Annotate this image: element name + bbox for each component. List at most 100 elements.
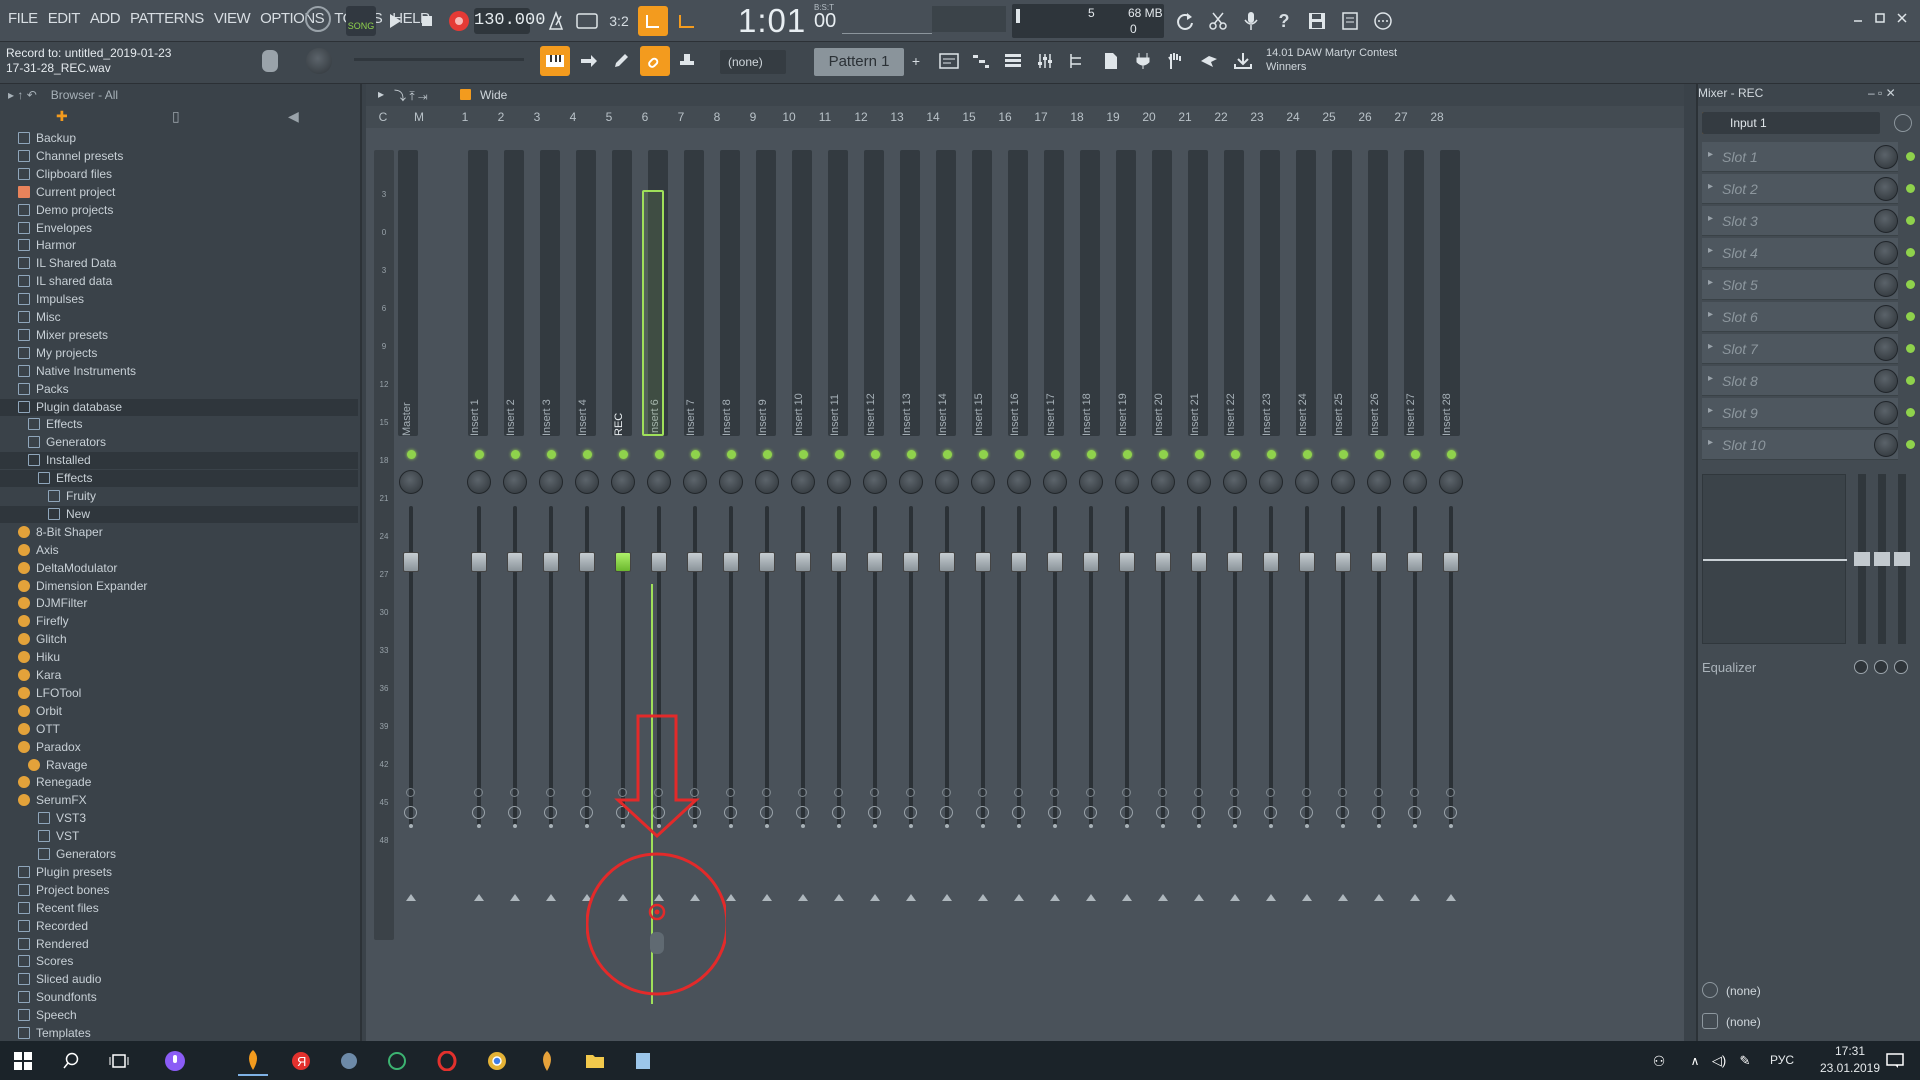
- browser-item[interactable]: Axis: [0, 542, 59, 559]
- slot-mix-knob[interactable]: [1874, 145, 1898, 169]
- browser-item[interactable]: 8-Bit Shaper: [0, 524, 103, 541]
- song-position-slider[interactable]: [354, 58, 524, 61]
- song-mode-toggle[interactable]: SONG: [346, 6, 376, 36]
- record-arm-button[interactable]: [1012, 806, 1025, 819]
- send-arrow[interactable]: [1410, 894, 1420, 901]
- send-arrow[interactable]: [1050, 894, 1060, 901]
- ruler-track-number[interactable]: 2: [486, 110, 516, 124]
- ruler-track-number[interactable]: 1: [450, 110, 480, 124]
- browser-item[interactable]: Recorded: [0, 918, 88, 935]
- render-button[interactable]: [1335, 6, 1365, 36]
- pan-knob[interactable]: [791, 470, 815, 494]
- record-arm-button[interactable]: [1336, 806, 1349, 819]
- mixer-track[interactable]: Insert 1: [466, 150, 502, 1038]
- send-arrow[interactable]: [1446, 894, 1456, 901]
- browser-item[interactable]: Installed: [0, 452, 358, 470]
- volume-fader[interactable]: [403, 552, 419, 572]
- slot-expand-icon[interactable]: ▸: [1708, 437, 1713, 448]
- ruler-track-number[interactable]: 16: [990, 110, 1020, 124]
- ruler-track-number[interactable]: 21: [1170, 110, 1200, 124]
- slot-enable-led[interactable]: [1906, 376, 1915, 385]
- slot-enable-led[interactable]: [1906, 152, 1915, 161]
- browser-item[interactable]: Rendered: [0, 936, 89, 953]
- slot-mix-knob[interactable]: [1874, 177, 1898, 201]
- pan-knob[interactable]: [935, 470, 959, 494]
- send-arrow[interactable]: [510, 894, 520, 901]
- snap-select[interactable]: (none): [720, 50, 786, 74]
- send-arrow[interactable]: [762, 894, 772, 901]
- volume-fader[interactable]: [1119, 552, 1135, 572]
- slot-mix-knob[interactable]: [1874, 273, 1898, 297]
- track-enable-led[interactable]: [475, 450, 484, 459]
- taskbar-fl-studio-2[interactable]: [532, 1046, 562, 1076]
- project-button[interactable]: [1096, 46, 1126, 76]
- pan-knob[interactable]: [1331, 470, 1355, 494]
- record-arm-button[interactable]: [904, 806, 917, 819]
- ruler-track-number[interactable]: 14: [918, 110, 948, 124]
- mixer-track[interactable]: Insert 17: [1042, 150, 1078, 1038]
- mixer-track[interactable]: Insert 19: [1114, 150, 1150, 1038]
- menu-add[interactable]: ADD: [86, 10, 124, 27]
- send-arrow[interactable]: [474, 894, 484, 901]
- taskbar-explorer[interactable]: [580, 1046, 610, 1076]
- browser-item[interactable]: Native Instruments: [0, 363, 136, 380]
- panel-window-controls[interactable]: – ▫ ✕: [1868, 86, 1896, 100]
- slot-expand-icon[interactable]: ▸: [1708, 213, 1713, 224]
- slot-expand-icon[interactable]: ▸: [1708, 149, 1713, 160]
- send-arrow[interactable]: [978, 894, 988, 901]
- browser-item[interactable]: Dimension Expander: [0, 578, 147, 595]
- tempo-display[interactable]: 130.000: [474, 8, 545, 34]
- slot-mix-knob[interactable]: [1874, 209, 1898, 233]
- chat-button[interactable]: [1368, 6, 1398, 36]
- track-enable-led[interactable]: [799, 450, 808, 459]
- channel-rack-button[interactable]: [998, 46, 1028, 76]
- volume-fader[interactable]: [975, 552, 991, 572]
- pan-knob[interactable]: [719, 470, 743, 494]
- playlist-view-button[interactable]: [934, 46, 964, 76]
- news-ticker[interactable]: 14.01 DAW Martyr Contest Winners: [1266, 46, 1397, 74]
- ruler-track-number[interactable]: 26: [1350, 110, 1380, 124]
- menu-edit[interactable]: EDIT: [44, 10, 84, 27]
- pan-knob[interactable]: [755, 470, 779, 494]
- volume-fader[interactable]: [1443, 552, 1459, 572]
- browser-item[interactable]: Misc: [0, 309, 61, 326]
- mixer-button[interactable]: [1030, 46, 1060, 76]
- browser-item[interactable]: Packs: [0, 381, 69, 398]
- browser-item[interactable]: SerumFX: [0, 792, 87, 809]
- volume-fader[interactable]: [543, 552, 559, 572]
- browser-item[interactable]: Envelopes: [0, 220, 92, 237]
- volume-fader[interactable]: [1335, 552, 1351, 572]
- tools-button[interactable]: [1194, 46, 1224, 76]
- metronome-button[interactable]: [541, 6, 571, 36]
- browser-item[interactable]: New: [0, 505, 358, 523]
- taskbar-opera[interactable]: [432, 1046, 462, 1076]
- slot-expand-icon[interactable]: ▸: [1708, 405, 1713, 416]
- browser-item[interactable]: DeltaModulator: [0, 560, 117, 577]
- effect-slot[interactable]: ▸ Slot 4: [1702, 238, 1915, 268]
- master-volume-knob[interactable]: [305, 6, 331, 32]
- track-enable-led[interactable]: [763, 450, 772, 459]
- record-button[interactable]: [444, 6, 474, 36]
- people-icon[interactable]: ⚇: [1644, 1046, 1674, 1076]
- record-arm-button[interactable]: [1192, 806, 1205, 819]
- pan-knob[interactable]: [971, 470, 995, 494]
- pan-knob[interactable]: [539, 470, 563, 494]
- send-arrow[interactable]: [1086, 894, 1096, 901]
- latency-icon[interactable]: [1894, 114, 1912, 132]
- ruler-track-number[interactable]: 22: [1206, 110, 1236, 124]
- step-edit-button[interactable]: [638, 6, 668, 36]
- save-button[interactable]: [1302, 6, 1332, 36]
- start-button[interactable]: [8, 1046, 38, 1076]
- browser-item[interactable]: Fruity: [0, 488, 96, 505]
- pan-knob[interactable]: [1439, 470, 1463, 494]
- play-button[interactable]: [380, 6, 410, 36]
- search-button[interactable]: [56, 1046, 86, 1076]
- send-arrow[interactable]: [798, 894, 808, 901]
- record-arm-button[interactable]: [1300, 806, 1313, 819]
- slot-enable-led[interactable]: [1906, 248, 1915, 257]
- track-enable-led[interactable]: [691, 450, 700, 459]
- pen-icon[interactable]: ✎: [1730, 1046, 1760, 1076]
- pan-knob[interactable]: [1367, 470, 1391, 494]
- track-enable-led[interactable]: [583, 450, 592, 459]
- browser-item[interactable]: Orbit: [0, 703, 62, 720]
